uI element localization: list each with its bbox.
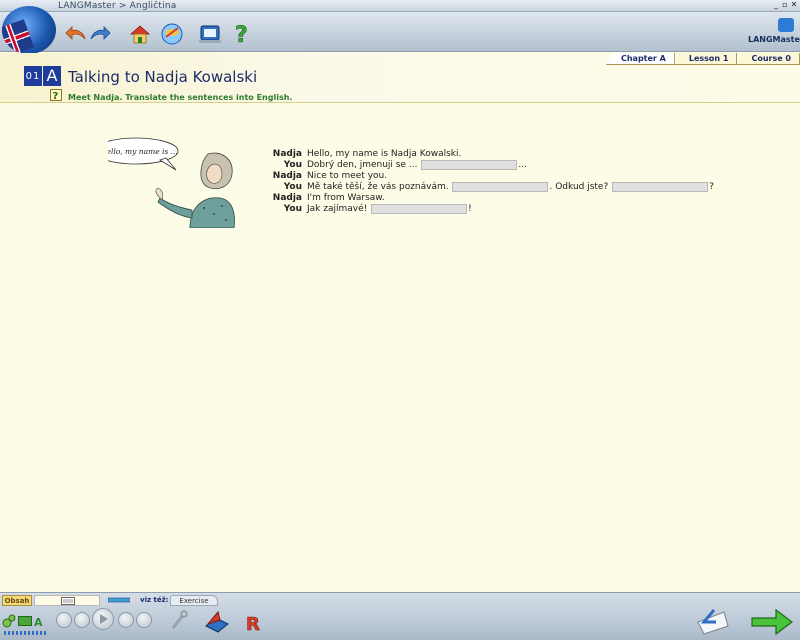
dialogue-line: Jak zajímavé! !	[307, 203, 472, 214]
dialogue-row: You Jak zajímavé! !	[272, 203, 714, 214]
home-icon	[129, 25, 151, 44]
speaker-name: You	[283, 159, 302, 170]
translation-input[interactable]	[421, 159, 518, 170]
home-button[interactable]	[128, 22, 152, 46]
settings-icon[interactable]	[2, 614, 16, 628]
record-button[interactable]	[136, 612, 152, 628]
svg-text:?: ?	[53, 91, 59, 101]
main-toolbar: ? LANGMaster	[0, 12, 800, 52]
speech-bubble: Hello, my name is ...	[108, 137, 179, 171]
next-page-button[interactable]	[750, 606, 794, 636]
dictionary-book-icon[interactable]	[204, 606, 230, 634]
svg-text:?: ?	[235, 23, 248, 46]
see-also-label: viz též:	[140, 596, 169, 604]
translate-icon[interactable]: A	[34, 614, 48, 628]
pen-icon[interactable]	[108, 596, 134, 604]
dialogue: Nadja Hello, my name is Nadja Kowalski. Yo…	[272, 148, 714, 214]
instruction-help-icon[interactable]: ?	[50, 89, 62, 101]
lesson-letter: A	[43, 66, 61, 86]
obsah-button[interactable]: Obsah	[2, 595, 32, 606]
translation-input[interactable]	[612, 181, 709, 192]
dialogue-row: Nadja Nice to meet you.	[272, 170, 714, 181]
back-arrow-icon	[65, 26, 86, 40]
svg-text:R: R	[246, 614, 260, 634]
play-icon	[100, 614, 108, 624]
help-icon: ?	[235, 23, 248, 46]
dialogue-row: You Mě také těší, že vás poznávám. . Odku…	[272, 181, 714, 192]
dialogue-text: Jak zajímavé!	[307, 203, 371, 214]
instruction-text: Meet Nadja. Translate the sentences into…	[68, 93, 293, 102]
nadja-illustration: Hello, my name is ...	[108, 137, 235, 228]
dialogue-line: Mě také těší, že vás poznávám. . Odkud j…	[307, 181, 714, 192]
help-button[interactable]: ?	[230, 22, 254, 46]
grammar-icon[interactable]: R	[244, 612, 268, 634]
dialogue-text: !	[468, 203, 472, 214]
page-title: Talking to Nadja Kowalski	[68, 68, 258, 86]
lesson-number-badge: 01 A	[24, 66, 61, 86]
title-bar: LANGMaster > Angličtina _ ▫ ✕	[0, 0, 800, 12]
dialogue-text: Hello, my name is Nadja Kowalski.	[307, 148, 462, 159]
rewind-button[interactable]	[56, 612, 72, 628]
dialogue-text: Mě také těší, že vás poznávám.	[307, 181, 452, 192]
translation-input[interactable]	[452, 181, 549, 192]
speaker-name: You	[283, 203, 302, 214]
langmaster-logo: LANGMaster	[748, 18, 800, 58]
forward-arrow-icon	[90, 26, 111, 40]
back-button[interactable]	[64, 22, 88, 46]
tools-button[interactable]	[160, 22, 184, 46]
svg-text:A: A	[34, 616, 43, 628]
notes-field[interactable]	[34, 595, 100, 606]
speaker-name: You	[283, 181, 302, 192]
dialogue-text: . Odkud jste?	[549, 181, 612, 192]
notepad-icon	[61, 597, 75, 605]
dialogue-line: I'm from Warsaw.	[307, 193, 385, 203]
dialogue-text: ?	[709, 181, 714, 192]
dialogue-line: Nice to meet you.	[307, 171, 387, 181]
tab-lesson[interactable]: Lesson 1	[673, 53, 738, 65]
lesson-number: 01	[24, 66, 42, 86]
dictionary-button[interactable]	[198, 22, 222, 46]
dialogue-text: I'm from Warsaw.	[307, 192, 385, 203]
close-button[interactable]: ✕	[790, 0, 798, 10]
tab-chapter[interactable]: Chapter A	[605, 53, 675, 65]
langmaster-logo-icon	[778, 18, 794, 32]
exercise-link[interactable]: Exercise	[170, 595, 218, 606]
dialogue-line: Hello, my name is Nadja Kowalski.	[307, 149, 461, 159]
dialogue-row: You Dobrý den, jmenuji se ... ...	[272, 159, 714, 170]
bubble-text: Hello, my name is ...	[108, 147, 178, 156]
tab-course[interactable]: Course 0	[736, 53, 800, 65]
breadcrumb: Chapter A Lesson 1 Course 0	[605, 53, 800, 65]
window-title: LANGMaster > Angličtina	[58, 1, 177, 11]
dialogue-row: Nadja I'm from Warsaw.	[272, 192, 714, 203]
speaker-name: Nadja	[272, 170, 302, 181]
dialogue-text: Dobrý den, jmenuji se ...	[307, 159, 421, 170]
globe-tools-icon	[161, 23, 183, 45]
dictionary-icon	[199, 25, 221, 43]
keyboard-icon[interactable]	[18, 616, 32, 626]
previous-page-button[interactable]	[694, 608, 732, 636]
speaker-name: Nadja	[272, 148, 302, 159]
next-button[interactable]	[118, 612, 134, 628]
logo-text: LANGMaster	[748, 35, 800, 44]
volume-meter[interactable]	[4, 630, 48, 636]
speaker-name: Nadja	[272, 192, 302, 203]
dialogue-text: ...	[518, 159, 527, 170]
microphone-icon[interactable]	[170, 610, 188, 632]
restore-button[interactable]: ▫	[781, 0, 789, 10]
uk-flag-icon	[2, 19, 35, 54]
forward-button[interactable]	[88, 22, 112, 46]
dialogue-line: Dobrý den, jmenuji se ... ...	[307, 159, 527, 170]
minimize-button[interactable]: _	[772, 0, 780, 10]
translation-input[interactable]	[371, 203, 468, 214]
previous-button[interactable]	[74, 612, 90, 628]
dialogue-row: Nadja Hello, my name is Nadja Kowalski.	[272, 148, 714, 159]
globe-flag-logo	[2, 6, 56, 54]
window-controls: _ ▫ ✕	[772, 0, 798, 10]
dialogue-text: Nice to meet you.	[307, 170, 388, 181]
play-button[interactable]	[92, 608, 114, 630]
